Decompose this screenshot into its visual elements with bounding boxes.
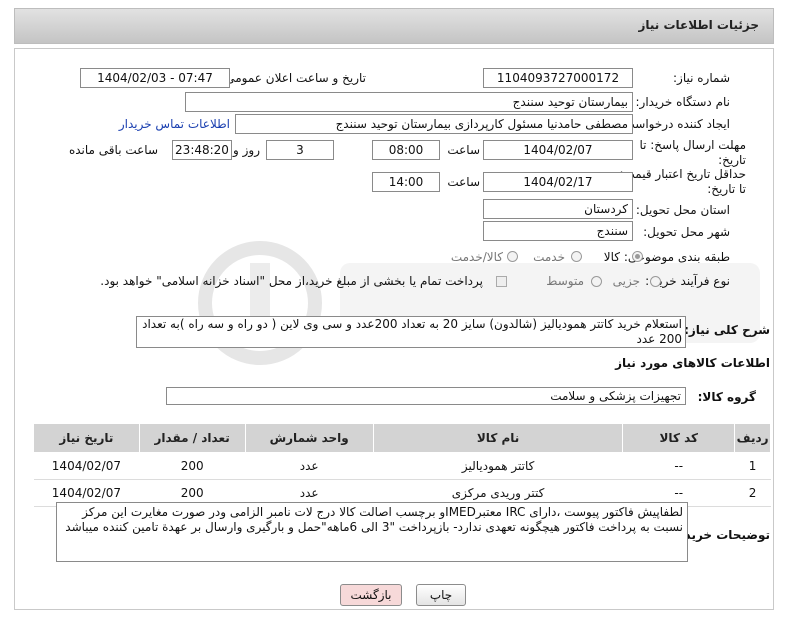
col-unit-header: واحد شمارش <box>244 423 374 453</box>
goods-group-label: گروه کالا: <box>697 390 756 404</box>
table-row: 1 -- کاتتر همودیالیز عدد 200 1404/02/07 <box>33 452 771 480</box>
cell-row: 1 <box>734 452 771 480</box>
cell-code: -- <box>622 452 735 480</box>
remaining-time-field: 23:48:20 <box>172 140 232 160</box>
buyer-contact-link[interactable]: اطلاعات تماس خریدار <box>119 117 230 131</box>
deadline-time-field: 08:00 <box>372 140 440 160</box>
announce-field: 1404/02/03 - 07:47 <box>80 68 230 88</box>
deadline-date-field: 1404/02/07 <box>483 140 633 160</box>
col-name-header: نام کالا <box>372 423 624 453</box>
page-header: جزئیات اطلاعات نیاز <box>14 8 774 44</box>
category-goods-radio[interactable] <box>632 251 643 262</box>
print-button[interactable]: چاپ <box>416 584 466 606</box>
col-row-header: ردیف <box>734 423 771 453</box>
category-goods-service-radio[interactable] <box>507 251 518 262</box>
treasury-payment-checkbox[interactable] <box>496 276 507 287</box>
back-button[interactable]: بازگشت <box>340 584 402 606</box>
city-label: شهر محل تحویل: <box>643 225 730 239</box>
deadline-label: مهلت ارسال پاسخ: تا تاریخ: <box>639 138 746 167</box>
category-service-radio[interactable] <box>571 251 582 262</box>
buyer-label: نام دستگاه خریدار: <box>635 95 731 109</box>
goods-section-title: اطلاعات کالاهای مورد نیاز <box>615 356 770 370</box>
col-date-header: تاریخ نیاز <box>33 423 140 453</box>
process-minor-label: جزیی <box>612 274 640 288</box>
treasury-payment-note: پرداخت تمام یا بخشی از مبلغ خرید،از محل … <box>100 274 483 288</box>
process-minor-radio[interactable] <box>650 276 661 287</box>
validity-date-field: 1404/02/17 <box>483 172 633 192</box>
creator-field: مصطفی حامدنیا مسئول کارپردازی بیمارستان … <box>235 114 633 134</box>
cell-unit: عدد <box>245 452 374 480</box>
cell-row: 2 <box>734 479 771 507</box>
validity-time-field: 14:00 <box>372 172 440 192</box>
description-label: شرح کلی نیاز: <box>684 323 770 337</box>
province-label: استان محل تحویل: <box>635 203 730 217</box>
cell-qty: 200 <box>139 452 246 480</box>
items-table: ردیف کد کالا نام کالا واحد شمارش تعداد /… <box>33 423 771 507</box>
city-field: سنندج <box>483 221 633 241</box>
category-goods-label: کالا <box>603 250 620 264</box>
cell-name: کاتتر همودیالیز <box>373 452 623 480</box>
category-service-label: خدمت <box>533 250 565 264</box>
cell-date: 1404/02/07 <box>33 452 140 480</box>
need-number-field: 1104093727000172 <box>483 68 633 88</box>
days-field: 3 <box>266 140 334 160</box>
announce-label: تاریخ و ساعت اعلان عمومی: <box>221 71 366 85</box>
goods-group-field: تجهیزات پزشکی و سلامت <box>166 387 686 405</box>
process-medium-radio[interactable] <box>591 276 602 287</box>
validity-time-label: ساعت <box>447 175 480 189</box>
col-code-header: کد کالا <box>622 423 736 453</box>
need-number-label: شماره نیاز: <box>673 71 730 85</box>
category-goods-service-label: کالا/خدمت <box>450 250 503 264</box>
buyer-notes-field: لطفاپیش فاکتور پیوست ،دارای IRC معتبرIME… <box>56 502 688 562</box>
province-field: کردستان <box>483 199 633 219</box>
page-title: جزئیات اطلاعات نیاز <box>638 18 759 32</box>
deadline-time-label: ساعت <box>447 143 480 157</box>
table-header-row: ردیف کد کالا نام کالا واحد شمارش تعداد /… <box>33 423 771 453</box>
remaining-time-label: ساعت باقی مانده <box>68 143 158 157</box>
validity-label: حداقل تاریخ اعتبار قیمت: تا تاریخ: <box>619 167 746 196</box>
days-label: روز و <box>233 143 260 157</box>
col-qty-header: تعداد / مقدار <box>138 423 246 453</box>
description-field: استعلام خرید کاتتر همودیالیز (شالدون) سا… <box>136 316 686 348</box>
buyer-field: بیمارستان توحید سنندج <box>185 92 633 112</box>
creator-label: ایجاد کننده درخواست: <box>619 117 730 131</box>
process-medium-label: متوسط <box>546 274 584 288</box>
